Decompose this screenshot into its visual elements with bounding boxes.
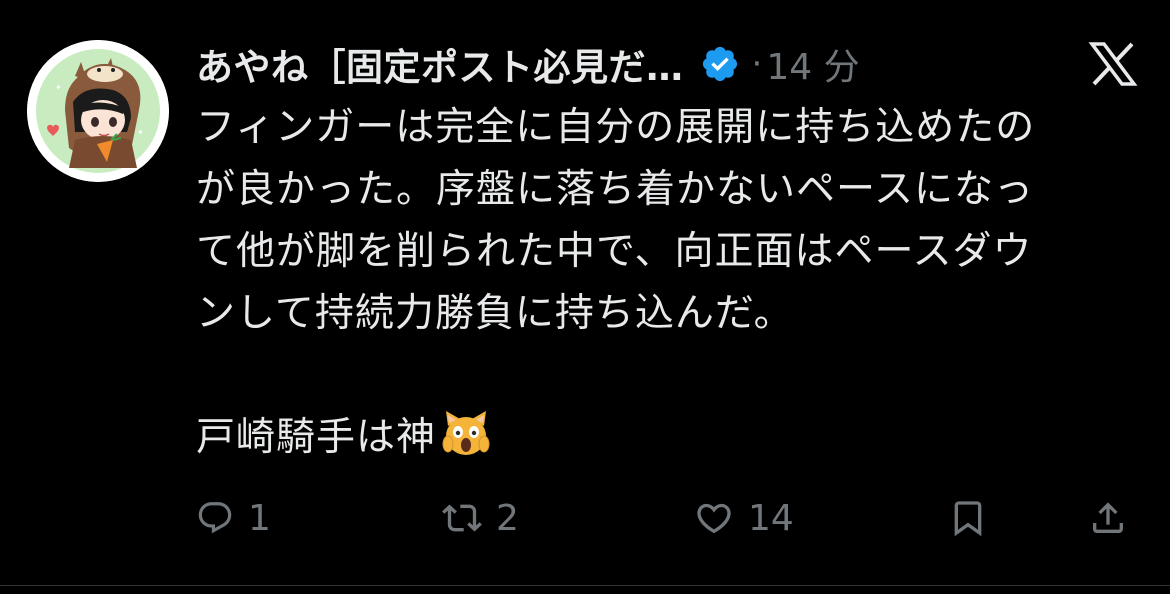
display-name[interactable]: あやね［固定ポスト必見だ… [196,37,684,91]
reply-icon [198,502,232,534]
repost-button[interactable]: 2 [442,490,519,546]
x-logo-icon[interactable] [1088,42,1138,86]
repost-count: 2 [496,497,519,539]
repost-icon [442,504,482,532]
share-icon [1093,502,1123,533]
bookmark-icon [954,501,982,537]
svg-text:✦: ✦ [55,83,62,92]
tweet-text-line: ンして持続力勝負に持ち込んだ。 [196,291,794,336]
like-count: 14 [748,497,794,539]
heart-icon [697,503,731,534]
time-separator: · [751,44,763,84]
avatar[interactable]: ✦ ✦ ✦ [27,40,169,182]
share-button[interactable] [1088,490,1128,546]
like-button[interactable]: 14 [694,490,794,546]
svg-text:✦: ✦ [139,153,146,162]
reply-button[interactable]: 1 [196,490,271,546]
face-screaming-cat-icon [440,408,492,460]
tweet-text-last-line: 戸崎騎手は神 [196,407,1146,469]
tweet-text-line: フィンガーは完全に自分の展開に持ち込めたの [196,105,1036,150]
tweet-text: フィンガーは完全に自分の展開に持ち込めたの が良かった。序盤に落ち着かないペース… [196,97,1146,469]
svg-text:✦: ✦ [137,128,144,137]
post-time[interactable]: 14 分 [766,38,859,90]
tweet-text-line: が良かった。序盤に落ち着かないペースになっ [196,167,1035,212]
verified-badge-icon[interactable] [700,44,740,84]
tweet-header: あやね［固定ポスト必見だ… · 14 分 [196,36,860,92]
divider [0,585,1170,586]
reply-count: 1 [248,497,271,539]
avatar-illustration: ✦ ✦ ✦ [27,40,169,182]
tweet-text-line: て他が脚を削られた中で、向正面はペースダウ [196,229,1033,274]
action-bar: 1 2 14 [196,490,1146,546]
tweet[interactable]: ✦ ✦ ✦ あやね［固定ポスト必見だ… · 14 分 フィンガーは完全に自分の展… [0,0,1170,594]
bookmark-button[interactable] [948,490,988,546]
tweet-text-line: 戸崎騎手は神 [196,415,437,460]
